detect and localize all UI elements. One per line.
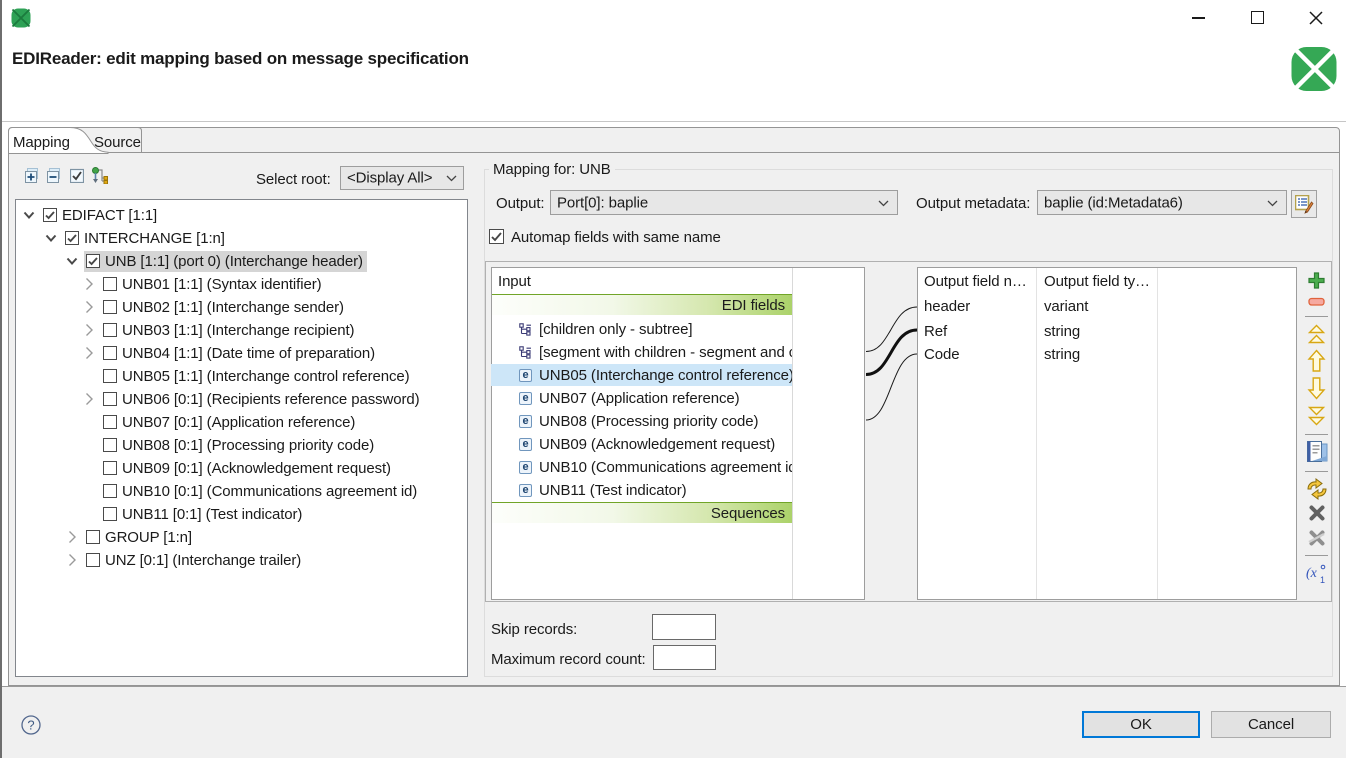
svg-text:(x: (x bbox=[1306, 566, 1318, 581]
svg-text:?: ? bbox=[27, 718, 34, 733]
svg-text:1: 1 bbox=[1320, 575, 1325, 585]
